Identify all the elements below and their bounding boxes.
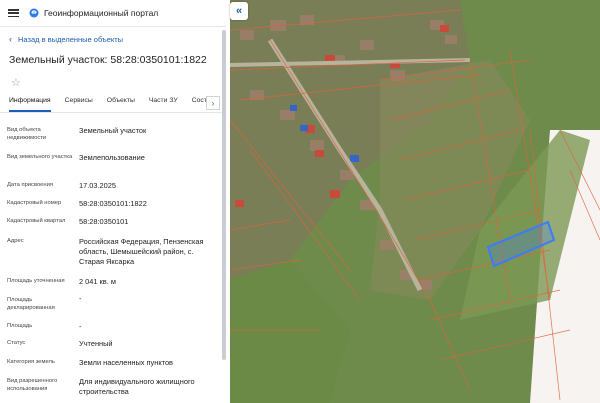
property-value: 58:28:0350101 <box>79 217 129 226</box>
property-label: Адрес <box>7 238 24 244</box>
tab-services[interactable]: Сервисы <box>65 94 93 104</box>
satellite-map[interactable] <box>230 0 600 403</box>
menu-icon[interactable] <box>8 9 19 17</box>
property-value: 2 041 кв. м <box>79 277 116 286</box>
property-label: Категория земель <box>7 359 55 365</box>
tab-objects[interactable]: Объекты <box>107 94 135 104</box>
tab-bar: Информация Сервисы Объекты Части ЗУ Сост… <box>0 94 226 113</box>
double-chevron-left-icon: « <box>235 5 243 17</box>
property-value: Земельный участок <box>79 126 147 135</box>
property-label: Кадастровый квартал <box>7 218 66 224</box>
property-label: Вид объекта недвижимости <box>7 127 47 141</box>
property-value: - <box>79 294 82 303</box>
map-view[interactable] <box>230 0 600 403</box>
property-label: Вид разрешенного использования <box>7 378 58 392</box>
property-value: 58:28:0350101:1822 <box>79 199 147 208</box>
property-value: Для индивидуального жилищного строительс… <box>79 377 195 396</box>
property-value: Землепользование <box>79 153 145 162</box>
property-value: Земли населенных пунктов <box>79 358 173 367</box>
portal-logo-icon <box>29 8 39 18</box>
property-label: Площадь <box>7 323 33 329</box>
chevron-right-icon[interactable]: › <box>206 96 220 110</box>
back-link[interactable]: ‹ Назад в выделенные объекты <box>9 34 226 44</box>
tab-parts[interactable]: Части ЗУ <box>149 94 178 104</box>
app-title: Геоинформационный портал <box>44 8 159 18</box>
panel-scrollbar[interactable] <box>222 30 226 360</box>
property-value: 17.03.2025 <box>79 181 116 190</box>
chevron-left-icon: ‹ <box>9 34 12 44</box>
property-label: Площадь декларированная <box>7 297 55 311</box>
property-label: Площадь уточненная <box>7 278 65 284</box>
page-title: Земельный участок: 58:28:0350101:1822 <box>9 54 207 66</box>
property-value: Российская Федерация, Пензенская область… <box>79 237 204 266</box>
favorite-star-icon[interactable]: ☆ <box>11 76 226 89</box>
property-value: Учтенный <box>79 339 113 348</box>
property-label: Кадастровый номер <box>7 200 62 206</box>
property-label: Дата присвоения <box>7 182 53 188</box>
property-label: Статус <box>7 340 26 346</box>
info-panel: Геоинформационный портал ‹ Назад в выдел… <box>0 0 226 403</box>
tab-info[interactable]: Информация <box>9 94 51 112</box>
property-label: Вид земельного участка <box>7 154 73 160</box>
collapse-panel-button[interactable]: « <box>230 2 248 20</box>
property-value: - <box>79 322 82 331</box>
app-header: Геоинформационный портал <box>0 0 226 27</box>
back-link-label: Назад в выделенные объекты <box>18 34 124 44</box>
